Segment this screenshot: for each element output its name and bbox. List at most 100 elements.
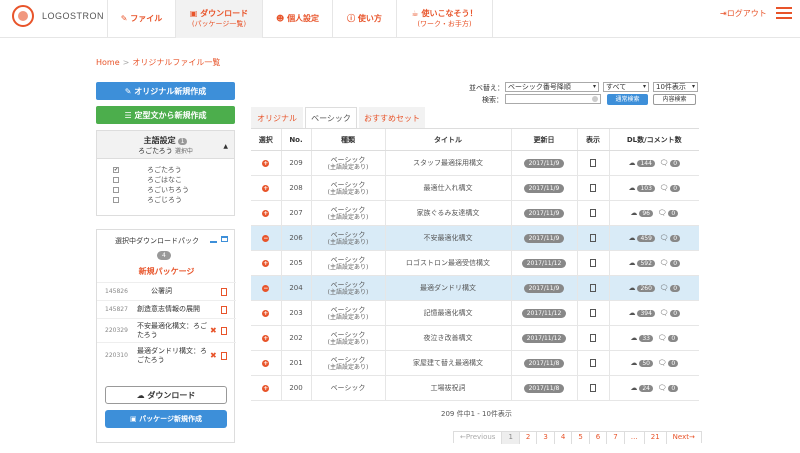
toggle-select-icon[interactable]: + xyxy=(262,210,270,217)
title-cell[interactable]: 記憶最適化構文 xyxy=(384,300,511,326)
title-cell[interactable]: スタッフ最適採用構文 xyxy=(384,150,511,176)
toggle-select-icon[interactable]: + xyxy=(262,260,270,267)
nav-settings[interactable]: ☻ 個人設定 xyxy=(262,0,332,38)
toggle-select-icon[interactable]: + xyxy=(262,335,270,342)
table-row[interactable]: +208 ベーシック (主語設定あり) 最適仕入れ構文 2017/11/9 ☁ 103 🗨 0 xyxy=(251,175,699,201)
table-row[interactable]: +207 ベーシック (主語設定あり) 家族ぐるみ友達構文 2017/11/9 ☁ 96 🗨… xyxy=(251,200,699,226)
table-row[interactable]: +205 ベーシック (主語設定あり) ロゴストロン最適受信構文 2017/11/12 ☁… xyxy=(251,250,699,276)
toggle-select-icon[interactable]: − xyxy=(262,285,270,292)
title-cell[interactable]: 不安最適化構文 xyxy=(384,225,511,251)
checkbox[interactable] xyxy=(113,187,119,193)
pager-page[interactable]: 7 xyxy=(607,432,625,444)
sort-select[interactable]: ベーシック番号降順 xyxy=(505,82,599,92)
new-original-button[interactable]: ✎ オリジナル新規作成 xyxy=(96,82,235,100)
toggle-select-icon[interactable]: + xyxy=(262,310,270,317)
nav-download[interactable]: ▣ ダウンロード (パッケージ一覧) xyxy=(175,0,262,38)
subject-option[interactable]: ✔ ろごたろう xyxy=(113,165,234,175)
title-cell[interactable]: 最適仕入れ構文 xyxy=(384,175,511,201)
type-sub: (主語設定あり) xyxy=(327,288,369,296)
title-cell[interactable]: 最適ダンドリ構文 xyxy=(384,275,511,301)
create-package-button[interactable]: ▣ パッケージ新規作成 xyxy=(105,410,227,428)
search-input[interactable] xyxy=(505,94,601,104)
table-row[interactable]: −204 ベーシック (主語設定あり) 最適ダンドリ構文 2017/11/9 ☁ 260 🗨… xyxy=(251,275,699,301)
document-icon[interactable] xyxy=(590,184,596,192)
subject-option[interactable]: ろごいちろう xyxy=(113,185,234,195)
remove-icon[interactable]: ✖ xyxy=(210,326,217,335)
pager-next[interactable]: Next→ xyxy=(666,432,701,444)
title-cell[interactable]: 工場祓祝詞 xyxy=(384,375,511,401)
checkbox[interactable] xyxy=(113,177,119,183)
checkbox[interactable]: ✔ xyxy=(113,167,119,173)
normal-search-button[interactable]: 通常検索 xyxy=(607,94,648,105)
title-cell[interactable]: 夜泣き改善構文 xyxy=(384,325,511,351)
collapse-triangle-icon[interactable]: ▲ xyxy=(223,143,228,150)
pager-page[interactable]: … xyxy=(624,432,645,444)
tab-original[interactable]: オリジナル xyxy=(251,107,303,128)
pager-previous[interactable]: ←Previous xyxy=(454,432,503,444)
pager-page[interactable]: 5 xyxy=(572,432,590,444)
col-type[interactable]: 種類 xyxy=(310,128,385,151)
comment-icon: 🗨 xyxy=(659,309,669,317)
document-icon[interactable] xyxy=(590,309,596,317)
pager-page[interactable]: 21 xyxy=(644,432,667,444)
document-icon[interactable] xyxy=(590,259,596,267)
col-title[interactable]: タイトル xyxy=(384,128,511,151)
window-icon[interactable] xyxy=(221,236,228,242)
document-icon[interactable] xyxy=(590,384,596,392)
table-row[interactable]: +203 ベーシック (主語設定あり) 記憶最適化構文 2017/11/12 ☁ 394 🗨… xyxy=(251,300,699,326)
toggle-select-icon[interactable]: + xyxy=(262,360,270,367)
checkbox[interactable] xyxy=(113,197,119,203)
download-button[interactable]: ☁ ダウンロード xyxy=(105,386,227,404)
per-page-select[interactable]: 10件表示 xyxy=(653,82,698,92)
nav-howto[interactable]: ⓘ 使い方 xyxy=(332,0,396,38)
new-from-template-button[interactable]: ☰ 定型文から新規作成 xyxy=(96,106,235,124)
table-row[interactable]: −206 ベーシック (主語設定あり) 不安最適化構文 2017/11/9 ☁ 459 🗨 0 xyxy=(251,225,699,251)
table-row[interactable]: +209 ベーシック (主語設定あり) スタッフ最適採用構文 2017/11/9 ☁ 144… xyxy=(251,150,699,176)
col-no[interactable]: No. xyxy=(280,128,311,151)
content-search-button[interactable]: 内容検索 xyxy=(653,94,696,105)
subject-settings-header[interactable]: 主語設定 1 ろごたろう 選択中 ▲ xyxy=(97,131,234,159)
table-row[interactable]: +200 ベーシック 工場祓祝詞 2017/11/8 ☁ 24 🗨 0 xyxy=(251,375,699,401)
title-cell[interactable]: 家族ぐるみ友達構文 xyxy=(384,200,511,226)
pager-page[interactable]: 3 xyxy=(537,432,555,444)
nav-file[interactable]: ✎ ファイル xyxy=(107,0,175,38)
document-icon[interactable] xyxy=(590,284,596,292)
col-dl-comments[interactable]: DL数/コメント数 xyxy=(608,128,699,151)
document-icon[interactable] xyxy=(221,306,227,314)
col-date[interactable]: 更新日 xyxy=(510,128,577,151)
document-icon[interactable] xyxy=(590,234,596,242)
document-icon[interactable] xyxy=(590,159,596,167)
subject-option[interactable]: ろごじろう xyxy=(113,195,234,205)
document-icon[interactable] xyxy=(221,352,227,360)
document-icon[interactable] xyxy=(590,334,596,342)
logo[interactable]: LOGOSTRON xyxy=(12,5,104,27)
nav-master[interactable]: ☕ 使いこなそう！ (ワーク・お手方) xyxy=(396,0,493,38)
pager-page[interactable]: 2 xyxy=(519,432,538,444)
pager-page[interactable]: 1 xyxy=(502,432,520,444)
clear-icon[interactable] xyxy=(592,96,598,102)
logout-link[interactable]: ⇥ログアウト xyxy=(720,8,767,19)
document-icon[interactable] xyxy=(590,209,596,217)
toggle-select-icon[interactable]: + xyxy=(262,185,270,192)
tab-recommended[interactable]: おすすめセット xyxy=(359,107,425,128)
pager-page[interactable]: 4 xyxy=(554,432,573,444)
toggle-select-icon[interactable]: + xyxy=(262,385,270,392)
minimize-icon[interactable] xyxy=(210,241,217,243)
subject-option[interactable]: ろごはなこ xyxy=(113,175,234,185)
document-icon[interactable] xyxy=(590,359,596,367)
tab-basic[interactable]: ベーシック xyxy=(305,107,357,128)
document-icon[interactable] xyxy=(221,327,227,335)
pager-page[interactable]: 6 xyxy=(589,432,608,444)
table-row[interactable]: +202 ベーシック (主語設定あり) 夜泣き改善構文 2017/11/12 ☁ 33 🗨 0 xyxy=(251,325,699,351)
title-cell[interactable]: 家屋建て替え最適構文 xyxy=(384,350,511,376)
title-cell[interactable]: ロゴストロン最適受信構文 xyxy=(384,250,511,276)
toggle-select-icon[interactable]: + xyxy=(262,160,270,167)
dl-cell: ☁ 24 🗨 0 xyxy=(608,375,699,401)
toggle-select-icon[interactable]: − xyxy=(262,235,270,242)
table-row[interactable]: +201 ベーシック (主語設定あり) 家屋建て替え最適構文 2017/11/8 ☁ 50 … xyxy=(251,350,699,376)
breadcrumb-home[interactable]: Home xyxy=(96,58,120,67)
hamburger-menu-icon[interactable] xyxy=(776,7,792,19)
remove-icon[interactable]: ✖ xyxy=(210,351,217,360)
filter-select[interactable]: すべて xyxy=(603,82,649,92)
document-icon[interactable] xyxy=(221,288,227,296)
